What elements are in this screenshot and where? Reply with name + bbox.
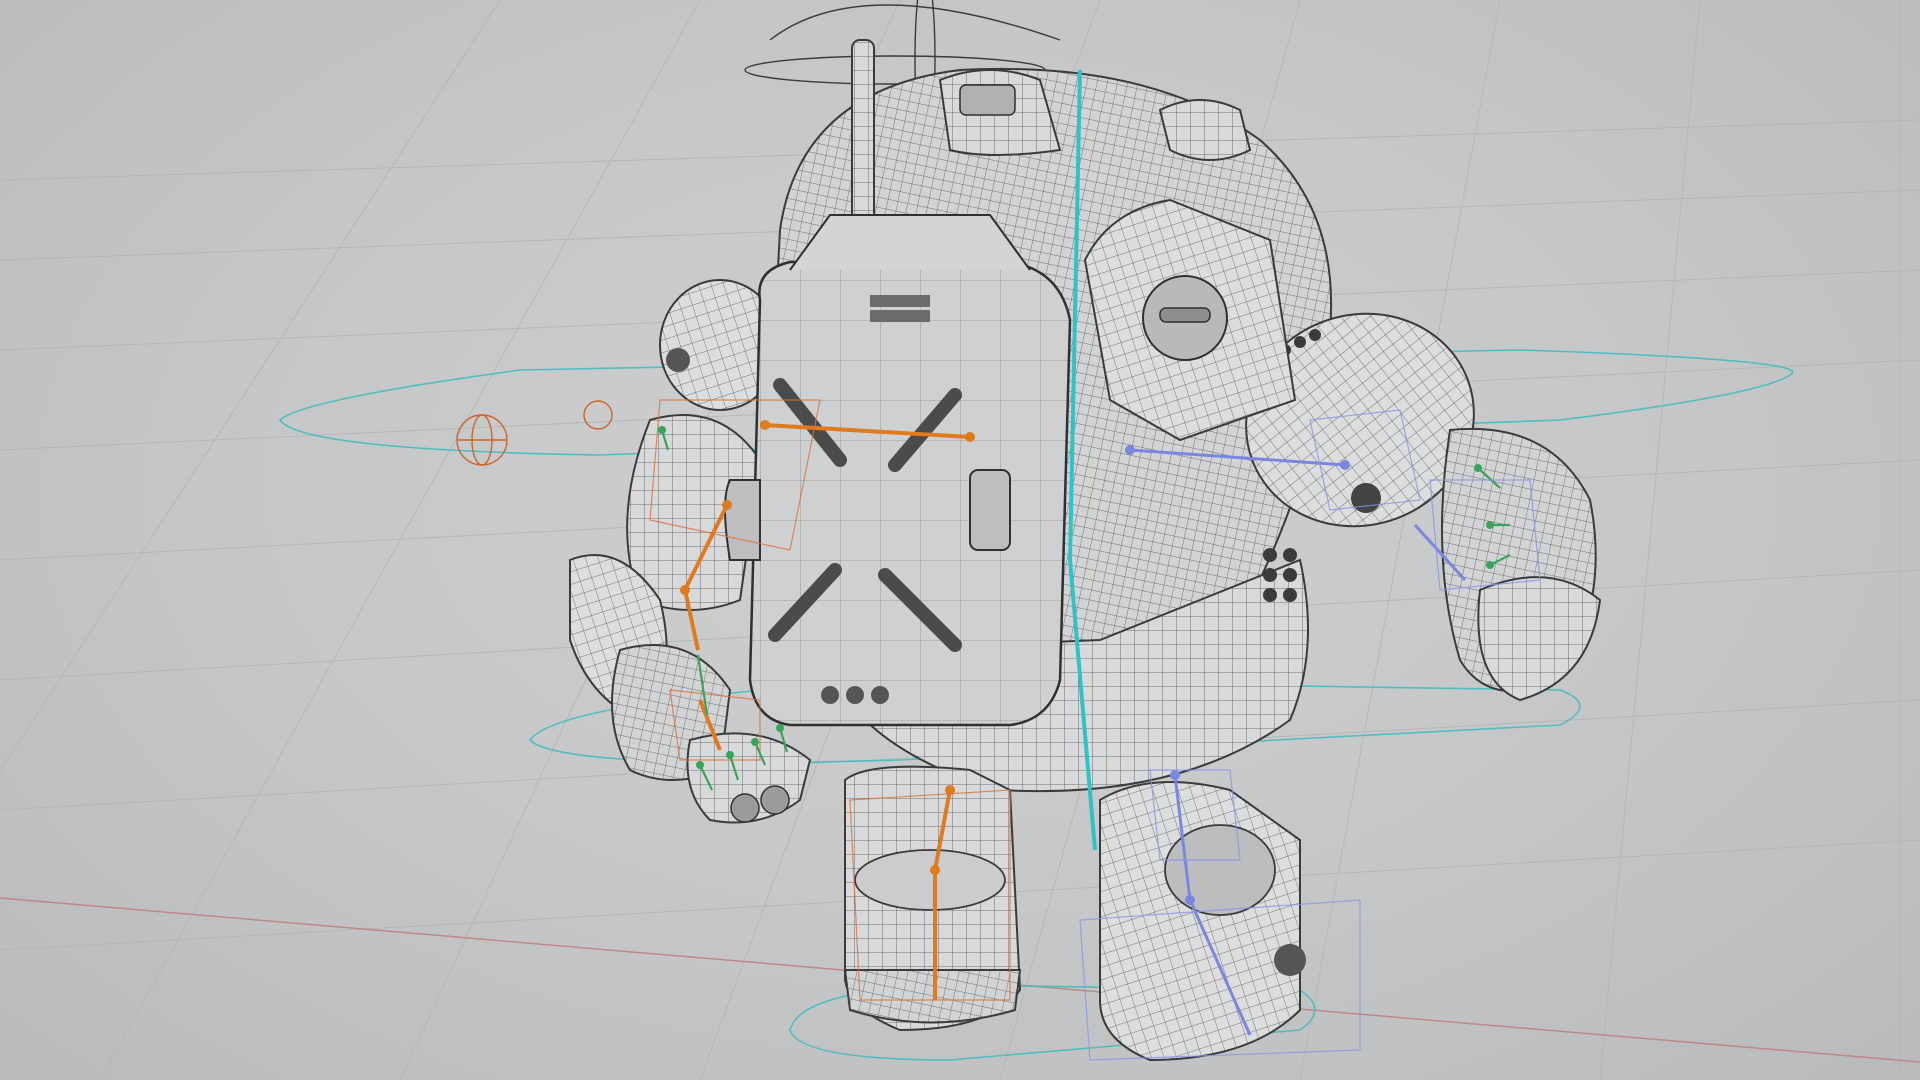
backpack[interactable] bbox=[724, 214, 1072, 727]
viewport-canvas[interactable] bbox=[0, 0, 1920, 1080]
right-forearm[interactable] bbox=[1441, 427, 1602, 702]
right-leg[interactable] bbox=[1099, 781, 1306, 1062]
left-leg[interactable] bbox=[843, 765, 1022, 1032]
antenna[interactable] bbox=[851, 39, 875, 241]
3d-viewport[interactable] bbox=[0, 0, 1920, 1080]
